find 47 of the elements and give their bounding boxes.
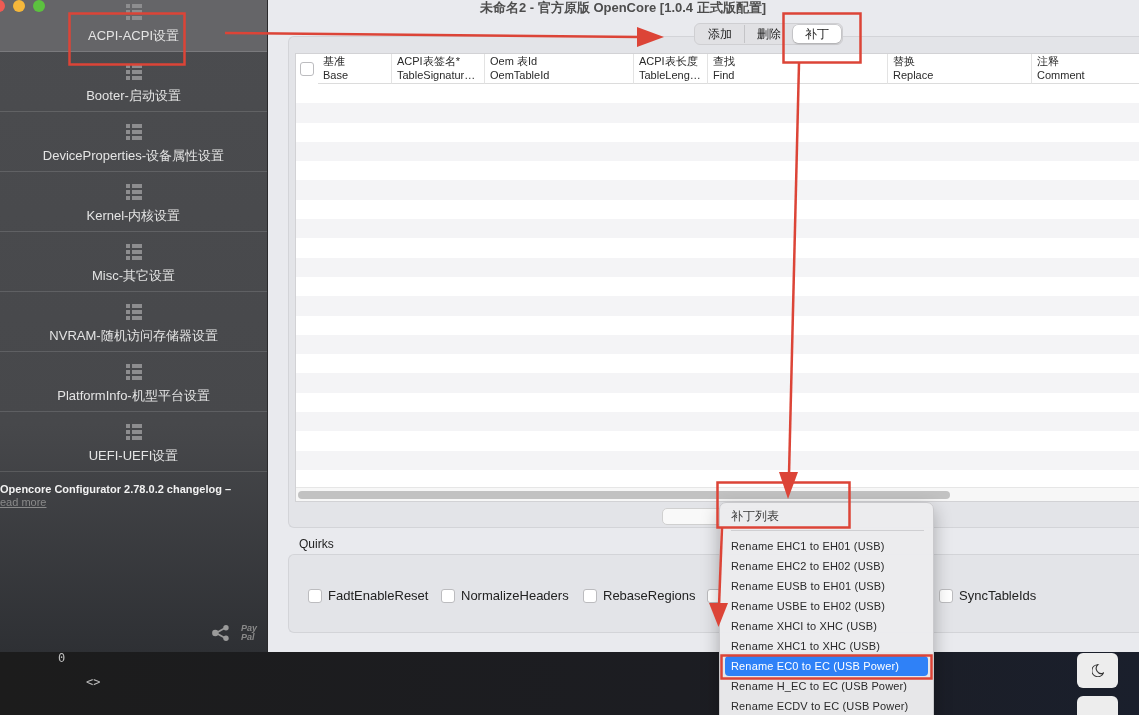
menu-heading: 补丁列表 (730, 508, 780, 525)
window-title: 未命名2 - 官方原版 OpenCore [1.0.4 正式版配置] (479, 0, 768, 16)
list-icon (125, 4, 142, 20)
checkbox[interactable] (308, 589, 322, 603)
terminal-text: 0 (57, 652, 67, 664)
scrollbar-thumb[interactable] (298, 491, 950, 499)
list-icon (125, 184, 142, 200)
menu-item[interactable]: Rename ECDV to EC (USB Power) (725, 696, 928, 715)
list-icon (125, 64, 142, 80)
list-icon (125, 244, 142, 260)
list-icon (125, 304, 142, 320)
sidebar-item[interactable]: DeviceProperties-设备属性设置 (0, 112, 267, 172)
terminal-text: <> (85, 676, 101, 688)
checkbox-label[interactable]: NormalizeHeaders (461, 588, 569, 604)
menu-item[interactable]: Rename EC0 to EC (USB Power) (725, 656, 928, 676)
checkbox-label[interactable]: RebaseRegions (603, 588, 696, 604)
sidebar-item[interactable]: PlatformInfo-机型平台设置 (0, 352, 267, 412)
section-title: Quirks (299, 537, 334, 551)
menu-item[interactable]: Rename H_EC to EC (USB Power) (725, 676, 928, 696)
sidebar-item[interactable]: Misc-其它设置 (0, 232, 267, 292)
menu-item[interactable]: Rename EUSB to EH01 (USB) (725, 576, 928, 596)
list-icon (125, 364, 142, 380)
checkbox-label[interactable]: SyncTableIds (959, 588, 1037, 604)
segment-tab[interactable]: 补丁 (793, 25, 841, 43)
checkbox[interactable] (939, 589, 953, 603)
checkbox[interactable] (583, 589, 597, 603)
share-icon[interactable] (212, 625, 229, 641)
menu-item[interactable]: Rename USBE to EH02 (USB) (725, 596, 928, 616)
moon-icon (1091, 664, 1104, 677)
sidebar-item[interactable]: Booter-启动设置 (0, 52, 267, 112)
select-all-checkbox[interactable] (300, 62, 314, 76)
segment-tab[interactable]: 添加 (696, 25, 744, 43)
checkbox-label[interactable]: FadtEnableReset (328, 588, 429, 604)
menu-item[interactable]: Rename EHC2 to EH02 (USB) (725, 556, 928, 576)
menu-item[interactable]: Rename XHCI to XHC (USB) (725, 616, 928, 636)
list-icon (125, 424, 142, 440)
list-icon (125, 124, 142, 140)
changelog-title: Opencore Configurator 2.78.0.2 changelog – (0, 483, 232, 496)
sidebar-item[interactable]: ACPI-ACPI设置 (0, 0, 267, 52)
menu-item[interactable]: Rename XHC1 to XHC (USB) (725, 636, 928, 656)
sidebar-item[interactable]: NVRAM-随机访问存储器设置 (0, 292, 267, 352)
sidebar-item[interactable]: UEFI-UEFI设置 (0, 412, 267, 472)
checkbox[interactable] (441, 589, 455, 603)
menu-item[interactable]: Rename EHC1 to EH01 (USB) (725, 536, 928, 556)
dark-mode-button[interactable] (1077, 653, 1118, 688)
sidebar-item[interactable]: Kernel-内核设置 (0, 172, 267, 232)
donate-logo[interactable]: Pay Pal (241, 624, 257, 642)
